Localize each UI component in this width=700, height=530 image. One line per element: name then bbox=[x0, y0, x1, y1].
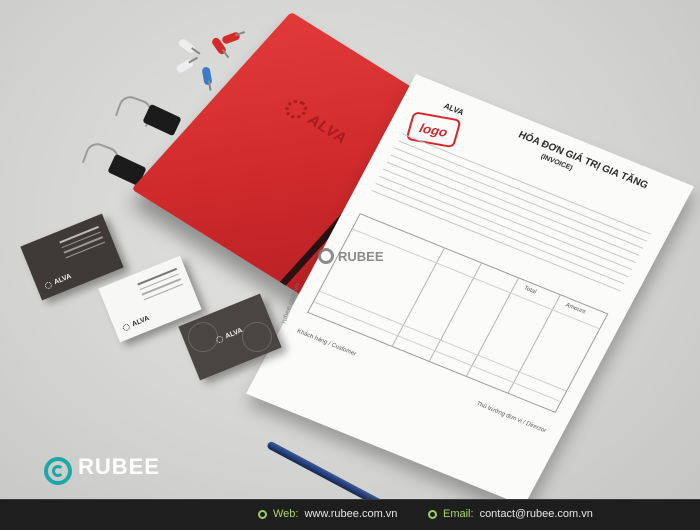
email-label: Email: bbox=[443, 508, 474, 520]
mockup-scene: ALVA ALVA HÓA ĐƠN GIÁ TRỊ GIA TĂNG (INVO… bbox=[0, 0, 700, 530]
invoice-company: ALVA bbox=[442, 101, 466, 118]
alva-logo-icon bbox=[121, 322, 131, 332]
card-logo: ALVA bbox=[43, 273, 72, 290]
brand-text: RUBEE Launching brands value bbox=[78, 454, 161, 487]
card-logo: ALVA bbox=[121, 315, 150, 332]
invoice-title: HÓA ĐƠN GIÁ TRỊ GIA TĂNG bbox=[516, 129, 650, 192]
footer-bar: Web: www.rubee.com.vn Email: contact@rub… bbox=[0, 499, 700, 530]
pushpin-red bbox=[221, 31, 241, 45]
binder-clip bbox=[142, 103, 182, 137]
invoice-director-label: Thủ trưởng đơn vị / Director bbox=[475, 401, 548, 435]
pushpin-white bbox=[175, 58, 195, 74]
alva-logo-icon bbox=[43, 280, 53, 290]
rubee-logo-icon bbox=[44, 457, 72, 485]
pushpin-white bbox=[177, 37, 197, 55]
invoice-customer-label: Khách hàng / Customer bbox=[295, 328, 358, 358]
card-logo: ALVA bbox=[215, 327, 244, 345]
web-link[interactable]: www.rubee.com.vn bbox=[304, 508, 397, 520]
alva-logo-icon bbox=[280, 96, 312, 123]
rubee-watermark: RUBEE bbox=[318, 248, 384, 264]
footer-email[interactable]: Email: contact@rubee.com.vn bbox=[428, 508, 593, 520]
card-contact-lines bbox=[137, 267, 184, 304]
brand-name: RUBEE bbox=[78, 454, 161, 479]
rubee-brand-logo[interactable]: RUBEE Launching brands value bbox=[44, 456, 160, 486]
rubee-logo-icon bbox=[318, 248, 334, 264]
pushpin-blue bbox=[201, 66, 213, 86]
notebook-logo: ALVA bbox=[280, 96, 353, 147]
web-label: Web: bbox=[273, 508, 299, 520]
card-contact-lines bbox=[59, 225, 106, 262]
notebook-brand: ALVA bbox=[303, 111, 352, 147]
card-pattern bbox=[237, 317, 277, 357]
email-link[interactable]: contact@rubee.com.vn bbox=[480, 508, 593, 520]
bullet-icon bbox=[258, 509, 267, 519]
bullet-icon bbox=[428, 509, 437, 519]
alva-logo-icon bbox=[215, 334, 225, 345]
footer-web[interactable]: Web: www.rubee.com.vn bbox=[258, 508, 397, 520]
watermark-brand: RUBEE bbox=[338, 248, 384, 264]
brand-tagline: Launching brands value bbox=[78, 479, 153, 486]
invoice-col-total: Total bbox=[522, 285, 538, 296]
invoice-col-amount: Amount bbox=[564, 302, 587, 316]
